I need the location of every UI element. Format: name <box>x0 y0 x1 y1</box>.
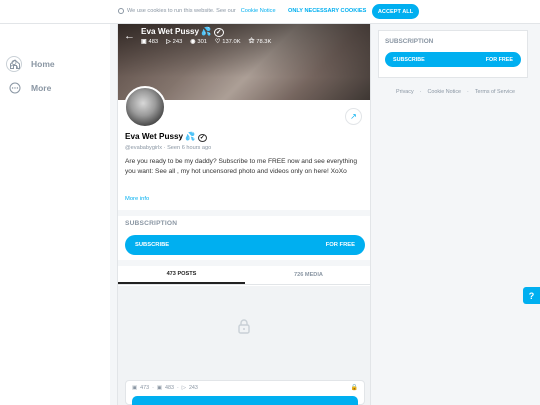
back-arrow-icon[interactable]: ← <box>124 30 135 42</box>
locked-post-card: ▣ 473 · ▣ 483 · ▷ 243 🔒 <box>125 380 365 405</box>
tab-posts[interactable]: 473 POSTS <box>118 266 245 284</box>
lock-icon: 🔒 <box>350 385 358 391</box>
stream-icon: ◉ <box>190 38 196 45</box>
sidebar: Home More <box>0 24 110 405</box>
cookie-notice-link[interactable]: Cookie Notice <box>241 8 276 14</box>
streams-count: ◉ 301 <box>190 38 208 45</box>
profile-column: ← Eva Wet Pussy 💦 ✓ ▣ 483 ▷ 243 ◉ 301 ♡ 137.… <box>117 24 371 405</box>
share-icon: ↗ <box>350 112 357 121</box>
last-seen: Seen 6 hours ago <box>167 145 212 151</box>
right-subscription-panel: SUBSCRIPTION SUBSCRIBE FOR FREE <box>378 30 528 78</box>
fans-count: ⚝ 78.3K <box>248 38 272 45</box>
help-icon: ? <box>528 290 535 301</box>
verified-icon: ✓ <box>213 28 224 37</box>
sidebar-item-more[interactable]: More <box>9 82 51 94</box>
footer-links: Privacy · Cookie Notice · Terms of Servi… <box>396 89 515 95</box>
header-profile-name: Eva Wet Pussy 💦 ✓ <box>141 27 224 37</box>
help-button[interactable]: ? <box>523 287 540 304</box>
locked-posts-area: ▣ 473 · ▣ 483 · ▷ 243 🔒 <box>118 286 370 405</box>
only-necessary-cookies-button[interactable]: ONLY NECESSARY COOKIES <box>288 8 366 14</box>
cookie-notice-link[interactable]: Cookie Notice <box>427 89 461 95</box>
sidebar-item-label: Home <box>31 59 55 69</box>
sidebar-item-label: More <box>31 83 52 93</box>
sidebar-item-home[interactable]: Home <box>9 58 55 70</box>
profile-handle-line: @evababygirlx · Seen 6 hours ago <box>125 145 212 151</box>
heart-icon: ♡ <box>215 38 221 45</box>
profile-handle: @evababygirlx <box>125 145 163 151</box>
video-icon: ▷ <box>166 38 171 45</box>
subscribe-button[interactable]: SUBSCRIBE FOR FREE <box>125 235 365 255</box>
divider <box>118 210 370 216</box>
photo-icon: ▣ <box>156 385 162 391</box>
verified-icon: ✓ <box>197 134 207 142</box>
accept-all-button[interactable]: ACCEPT ALL <box>372 4 419 19</box>
likes-count: ♡ 137.0K <box>215 38 241 45</box>
photos-count: ▣ 483 <box>141 38 159 45</box>
tab-media[interactable]: 726 MEDIA <box>245 266 370 284</box>
profile-avatar[interactable] <box>124 86 166 128</box>
post-stats: ▣ 473 · ▣ 483 · ▷ 243 <box>132 385 198 391</box>
subscribe-button[interactable]: SUBSCRIBE FOR FREE <box>385 52 521 67</box>
more-info-link[interactable]: More info <box>125 196 149 202</box>
subscription-heading: SUBSCRIPTION <box>385 38 434 45</box>
home-icon <box>10 59 20 69</box>
profile-stats: ▣ 483 ▷ 243 ◉ 301 ♡ 137.0K ⚝ 78.3K <box>141 38 271 45</box>
cookie-banner: We use cookies to run this website. See … <box>0 0 540 24</box>
content-tabs: 473 POSTS 726 MEDIA <box>118 266 370 285</box>
cookie-info: We use cookies to run this website. See … <box>118 8 276 14</box>
fans-icon: ⚝ <box>248 38 255 44</box>
privacy-link[interactable]: Privacy <box>396 89 414 95</box>
posts-icon: ▣ <box>132 385 138 391</box>
photo-icon: ▣ <box>141 38 147 45</box>
profile-bio: Are you ready to be my daddy? Subscribe … <box>125 158 358 175</box>
unlock-button[interactable] <box>132 396 358 405</box>
videos-count: ▷ 243 <box>166 38 183 45</box>
video-icon: ▷ <box>181 385 186 391</box>
share-button[interactable]: ↗ <box>345 108 362 125</box>
lock-icon <box>238 319 250 334</box>
profile-name: Eva Wet Pussy 💦 ✓ <box>125 132 207 142</box>
subscription-heading: SUBSCRIPTION <box>125 220 178 227</box>
more-icon <box>9 82 21 94</box>
terms-link[interactable]: Terms of Service <box>475 89 515 95</box>
info-icon <box>118 8 124 14</box>
cookie-text: We use cookies to run this website. See … <box>127 8 236 14</box>
